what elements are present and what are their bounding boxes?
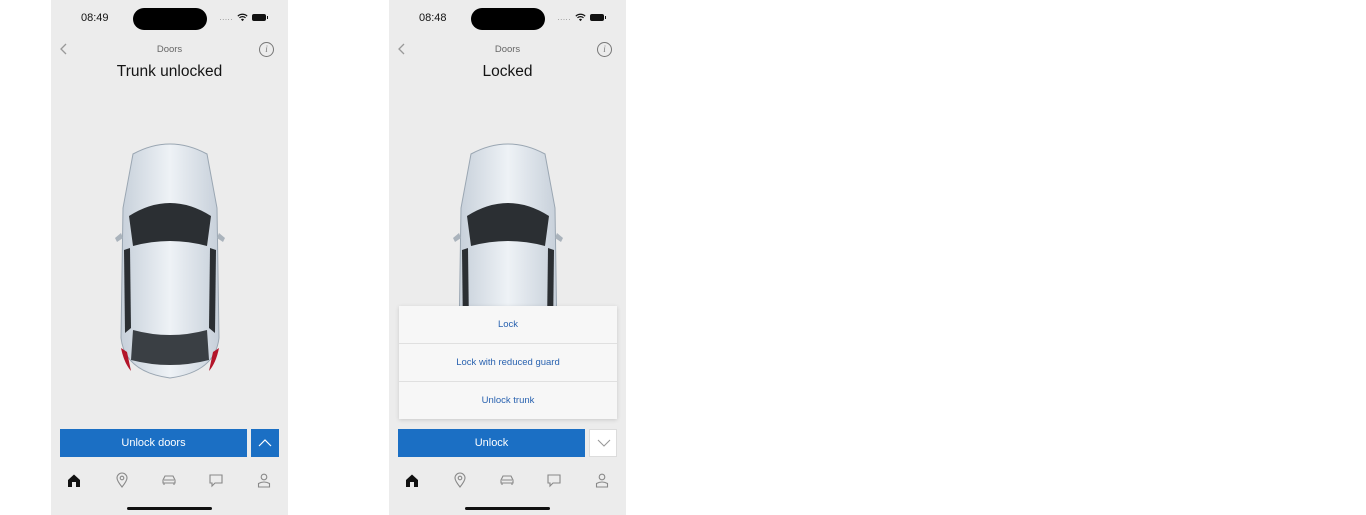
options-toggle-button[interactable] xyxy=(589,429,617,457)
menu-item-unlock-trunk[interactable]: Unlock trunk xyxy=(399,382,617,419)
home-icon[interactable] xyxy=(66,472,82,488)
page-title: Locked xyxy=(482,63,533,80)
options-toggle-button[interactable] xyxy=(251,429,279,457)
phone-screen-locked: 08:48 ..... Doors i Locked Lock Lock wit… xyxy=(389,0,626,515)
action-row: Unlock doors xyxy=(60,429,279,457)
chat-icon[interactable] xyxy=(546,472,562,488)
home-icon[interactable] xyxy=(404,472,420,488)
home-indicator xyxy=(465,507,550,510)
nav-title: Doors xyxy=(494,44,521,55)
profile-icon[interactable] xyxy=(594,472,610,488)
page-title: Trunk unlocked xyxy=(116,63,223,80)
info-icon[interactable]: i xyxy=(259,42,274,57)
location-pin-icon[interactable] xyxy=(452,472,468,488)
battery-icon xyxy=(252,14,268,21)
tab-bar xyxy=(51,466,288,496)
menu-item-lock[interactable]: Lock xyxy=(399,306,617,344)
status-time: 08:49 xyxy=(81,12,109,24)
dynamic-island xyxy=(471,8,545,30)
unlock-doors-button[interactable]: Unlock doors xyxy=(60,429,247,457)
location-pin-icon[interactable] xyxy=(114,472,130,488)
unlock-button[interactable]: Unlock xyxy=(398,429,585,457)
chat-icon[interactable] xyxy=(208,472,224,488)
status-time: 08:48 xyxy=(419,12,447,24)
car-top-view-image xyxy=(115,143,225,379)
cellular-signal-icon: ..... xyxy=(557,12,571,22)
tab-bar xyxy=(389,466,626,496)
status-bar: 08:48 ..... xyxy=(389,0,626,38)
nav-title: Doors xyxy=(156,44,183,55)
wifi-icon xyxy=(575,13,586,22)
nav-header: Doors i xyxy=(389,38,626,62)
car-icon[interactable] xyxy=(161,472,177,488)
status-bar: 08:49 ..... xyxy=(51,0,288,38)
menu-item-lock-reduced-guard[interactable]: Lock with reduced guard xyxy=(399,344,617,382)
chevron-down-icon xyxy=(597,439,611,447)
chevron-up-icon xyxy=(258,439,272,447)
info-icon[interactable]: i xyxy=(597,42,612,57)
home-indicator xyxy=(127,507,212,510)
action-row: Unlock xyxy=(398,429,617,457)
car-icon[interactable] xyxy=(499,472,515,488)
dynamic-island xyxy=(133,8,207,30)
cellular-signal-icon: ..... xyxy=(219,12,233,22)
profile-icon[interactable] xyxy=(256,472,272,488)
phone-screen-trunk-unlocked: 08:49 ..... Doors i Trunk unlocked Unloc… xyxy=(51,0,288,515)
lock-options-menu: Lock Lock with reduced guard Unlock trun… xyxy=(399,306,617,419)
battery-icon xyxy=(590,14,606,21)
wifi-icon xyxy=(237,13,248,22)
nav-header: Doors i xyxy=(51,38,288,62)
